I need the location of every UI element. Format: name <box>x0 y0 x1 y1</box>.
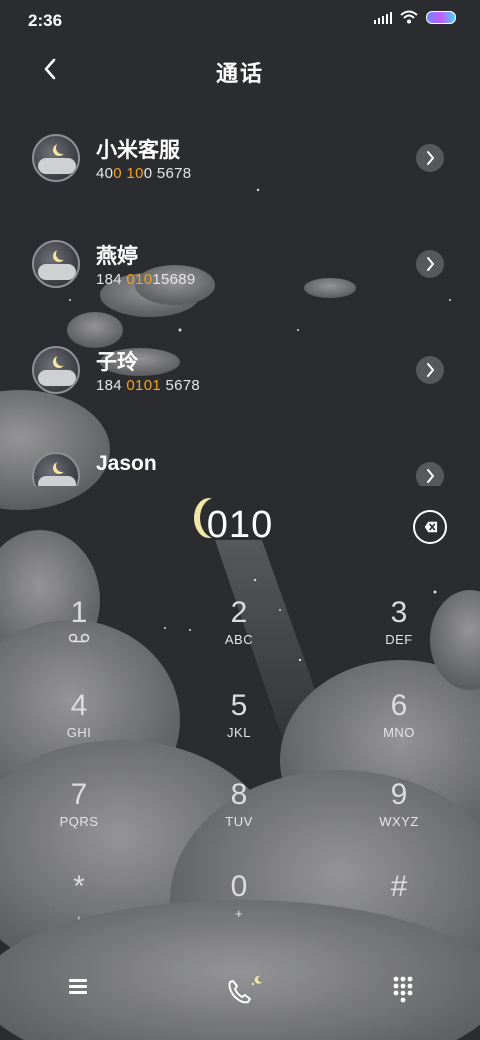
contact-number: 184 01015689 <box>96 271 196 288</box>
dialpad-icon <box>393 976 413 1003</box>
contact-number: 400 100 5678 <box>96 165 192 182</box>
voicemail-icon <box>68 633 90 643</box>
chevron-right-icon <box>427 363 434 377</box>
backspace-icon <box>424 521 438 533</box>
contact-row[interactable]: 燕婷 184 01015689 <box>0 210 480 316</box>
contact-name: 小米客服 <box>96 139 180 162</box>
contact-row[interactable]: 小米客服 400 100 5678 <box>0 104 480 210</box>
delete-button[interactable] <box>413 510 447 544</box>
key-6[interactable]: 6 MNO <box>334 689 464 769</box>
dial-display: 010 <box>0 500 480 560</box>
contact-row[interactable]: Jason <box>0 422 480 486</box>
key-3[interactable]: 3 DEF <box>334 596 464 676</box>
header: 通话 <box>0 44 480 96</box>
chevron-right-icon <box>427 151 434 165</box>
avatar <box>32 134 80 182</box>
contact-row[interactable]: 子玲 184 0101 5678 <box>0 316 480 422</box>
avatar <box>32 452 80 486</box>
dialed-number: 010 <box>206 504 274 546</box>
contact-name: 子玲 <box>96 351 138 374</box>
wifi-icon <box>400 10 418 24</box>
battery-icon <box>426 10 456 24</box>
status-bar: 2:36 <box>0 0 480 40</box>
contact-number: 184 0101 5678 <box>96 377 201 394</box>
contact-name: 燕婷 <box>96 245 138 268</box>
key-hash[interactable]: # <box>334 870 464 950</box>
page-title: 通话 <box>215 61 264 86</box>
key-9[interactable]: 9 WXYZ <box>334 778 464 858</box>
contact-name: Jason <box>96 452 157 475</box>
signal-icon <box>374 10 392 24</box>
key-5[interactable]: 5 JKL <box>174 689 304 769</box>
status-time: 2:36 <box>28 11 63 30</box>
chevron-right-icon <box>427 469 434 483</box>
key-1[interactable]: 1 <box>14 596 144 676</box>
call-button[interactable] <box>222 970 266 1010</box>
phone-icon <box>228 980 251 1004</box>
key-4[interactable]: 4 GHI <box>14 689 144 769</box>
contact-detail-button[interactable] <box>416 144 444 172</box>
menu-button[interactable] <box>64 976 92 1002</box>
key-star[interactable]: * , <box>14 870 144 950</box>
key-7[interactable]: 7 PQRS <box>14 778 144 858</box>
menu-icon <box>64 979 92 994</box>
contact-detail-button[interactable] <box>416 356 444 384</box>
chevron-right-icon <box>427 257 434 271</box>
contact-detail-button[interactable] <box>416 462 444 486</box>
keypad-toggle-button[interactable] <box>390 974 416 1004</box>
bottom-action-bar <box>0 960 480 1020</box>
contact-detail-button[interactable] <box>416 250 444 278</box>
key-8[interactable]: 8 TUV <box>174 778 304 858</box>
status-icons <box>374 10 456 24</box>
contact-list[interactable]: 小米客服 400 100 5678 燕婷 184 01015689 子玲 184… <box>0 104 480 486</box>
key-2[interactable]: 2 ABC <box>174 596 304 676</box>
avatar <box>32 346 80 394</box>
key-0[interactable]: 0 + <box>174 870 304 950</box>
avatar <box>32 240 80 288</box>
